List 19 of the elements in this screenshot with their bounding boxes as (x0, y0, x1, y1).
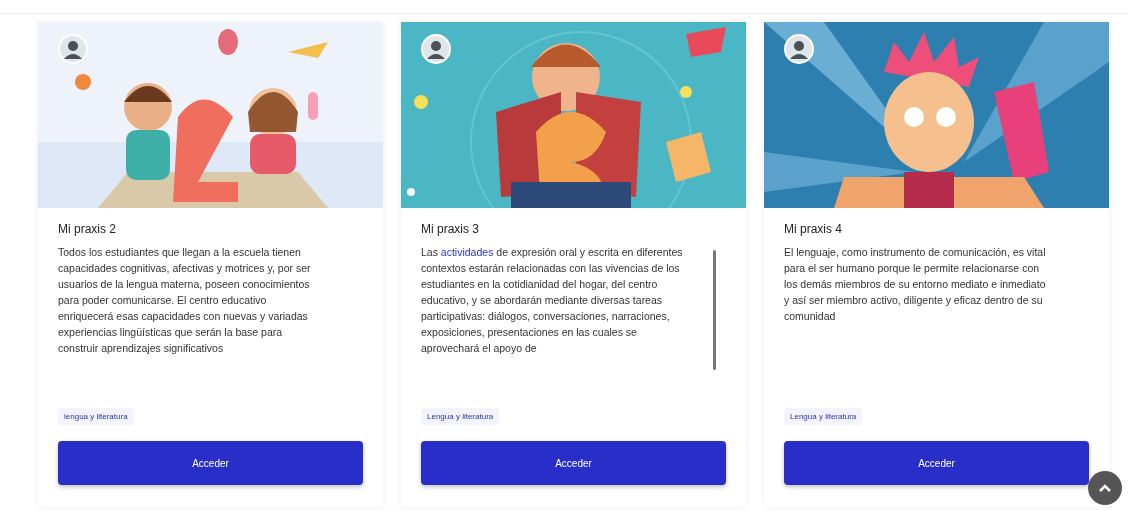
category-tag: Lengua y literatura (421, 408, 500, 425)
card-title: Mi praxis 3 (421, 222, 480, 236)
access-button[interactable]: Acceder (58, 441, 363, 485)
card-description: El lenguaje, como instrumento de comunicación, es vital para el ser humano porque le permite relacionarse con los demás miembros de su entorno mediato e inmediato y así ser miembro activo, diligente y eficaz dentro de su comunidad (784, 245, 1046, 324)
card-description: Todos los estudiantes que llegan a la escuela tienen capacidades cognitivas, afectivas y motrices y, por ser usuarios de la lengua materna, poseen conocimientos para poder comunicarse. El centro educativo enriquecerá esas capacidades con nuevas y variadas experiencias lingüísticas que serán la base para construir aprendizajes significativos (58, 245, 312, 356)
category-tag: Lengua y literatura (784, 408, 863, 425)
access-button[interactable]: Acceder (784, 441, 1089, 485)
avatar-icon (421, 34, 451, 64)
chevron-up-icon (1098, 483, 1112, 493)
scrollbar[interactable] (713, 250, 716, 370)
access-button[interactable]: Acceder (421, 441, 726, 485)
card-title: Mi praxis 4 (784, 222, 843, 236)
scroll-top-button[interactable] (1088, 471, 1122, 505)
category-tag: lengua y literatura (58, 408, 134, 425)
card-title: Mi praxis 2 (58, 222, 117, 236)
text-link[interactable]: actividades (440, 246, 494, 258)
card-description: Las actividades de expresión oral y escrita en diferentes contextos estarán relacionadas con las vivencias de los estudiantes en la cotidianidad del hogar, del centro educativo, y se abordarán mediante diversas tareas participativas: diálogos, conversaciones, narraciones, exposiciones, presentaciones en las cuales se aprovechará el apoyo de (421, 245, 683, 356)
avatar-icon (784, 34, 814, 64)
avatar-icon (58, 34, 88, 64)
